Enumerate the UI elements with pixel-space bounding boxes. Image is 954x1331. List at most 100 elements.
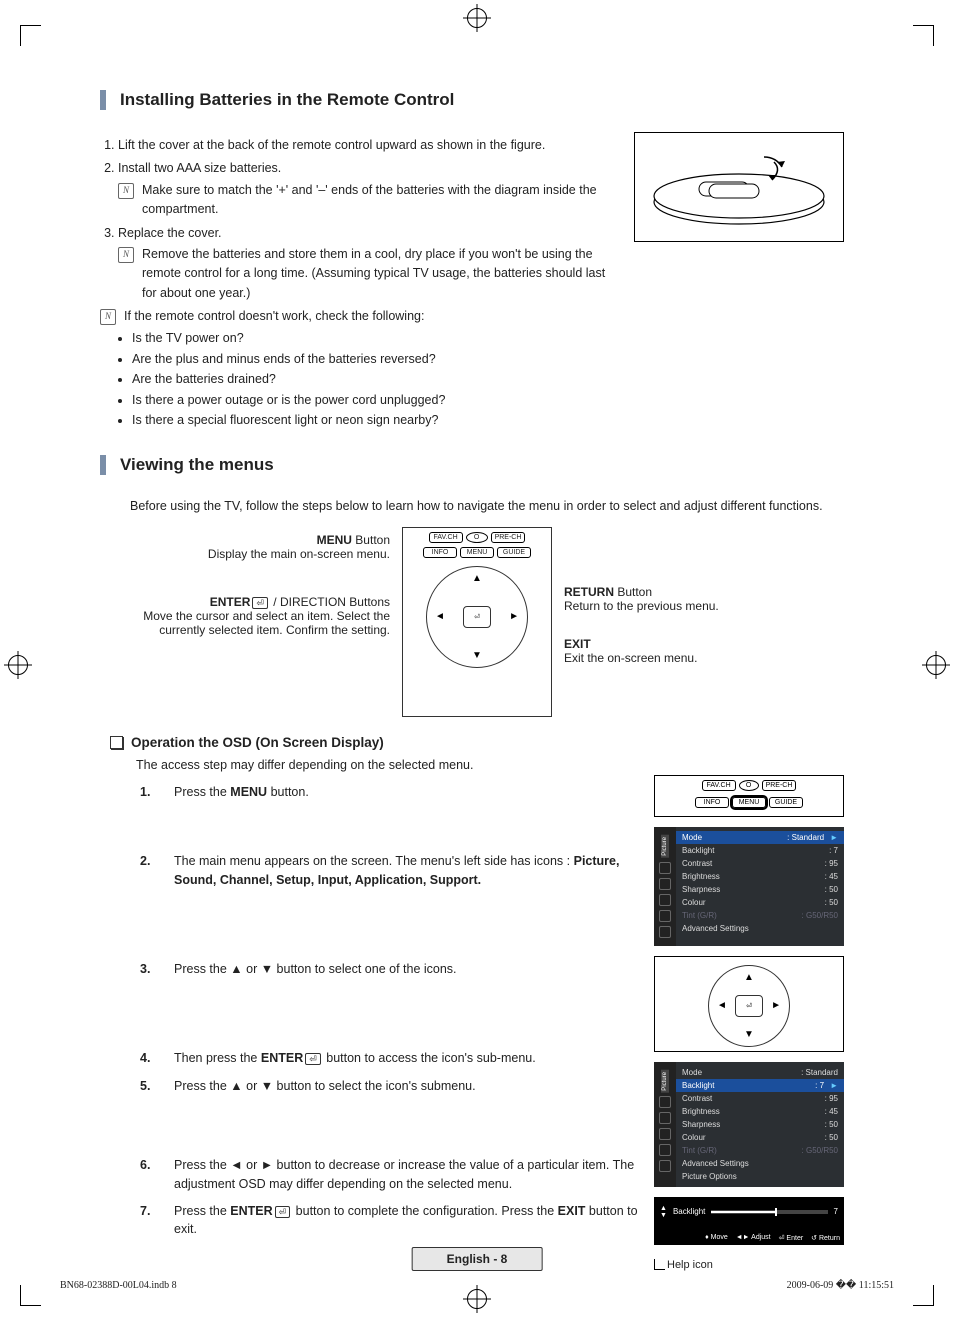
remote-button: INFO [423, 547, 457, 558]
callout-body: Return to the previous menu. [564, 599, 719, 613]
registration-mark-icon [8, 655, 28, 675]
square-bullet-icon [110, 736, 123, 749]
step-num: 1. [140, 783, 158, 802]
callouts-left: MENU Button Display the main on-screen m… [130, 527, 402, 657]
remote-snippet: FAV.CHOPRE-CH INFOMENUGUIDE [654, 775, 844, 817]
arrow-left-icon: ◄ [435, 611, 445, 622]
dpad-snippet: ▲ ▼ ◄ ► ⏎ [654, 956, 844, 1052]
sidebar-icon [659, 894, 671, 906]
enter-icon: ⏎ [305, 1053, 321, 1065]
list-item: Replace the cover. N Remove the batterie… [118, 224, 618, 304]
osd-fig-dpad: ▲ ▼ ◄ ► ⏎ [654, 956, 844, 1052]
sidebar-icon [659, 910, 671, 922]
help-item: ↺ Return [811, 1234, 840, 1242]
callout-title: RETURN [564, 585, 614, 599]
callout-body: Exit the on-screen menu. [564, 651, 697, 665]
note-text: Make sure to match the '+' and '–' ends … [142, 181, 618, 220]
step-text: Press the ▲ or ▼ button to select the ic… [174, 1077, 638, 1096]
batteries-text: Lift the cover at the back of the remote… [100, 132, 618, 433]
list-item: Are the batteries drained? [132, 370, 618, 389]
callout-body: Move the cursor and select an item. Sele… [143, 609, 390, 637]
leader-line-icon [654, 1259, 665, 1270]
sidebar-icon [659, 1128, 671, 1140]
remote-button: FAV.CH [702, 780, 736, 791]
callout-title: EXIT [564, 637, 591, 651]
callout-title: MENU [317, 533, 352, 547]
menu-tab: Picture [661, 1070, 669, 1093]
menu-row: Advanced Settings [682, 922, 838, 935]
menu-row: Colour: 50 [682, 896, 838, 909]
page-footer-left: BN68-02388D-00L04.indb 8 [60, 1280, 177, 1291]
osd-fig-menu-2: Picture Mode: Standard Backlight: 7► Con… [654, 1062, 844, 1187]
crop-mark [20, 1285, 41, 1306]
sidebar-icon [659, 878, 671, 890]
menus-intro: Before using the TV, follow the steps be… [130, 497, 854, 516]
step-num: 2. [140, 852, 158, 871]
osd-fig-menu-1: Picture Mode: Standard► Backlight: 7Cont… [654, 827, 844, 946]
help-item: ⏎ Enter [779, 1234, 804, 1242]
crop-mark [913, 25, 934, 46]
section-heading: Installing Batteries in the Remote Contr… [120, 90, 854, 110]
slider-label: Backlight [673, 1207, 705, 1216]
callout-suffix: Button [352, 533, 390, 547]
slider-value: 7 [834, 1207, 838, 1216]
sidebar-icon [659, 1112, 671, 1124]
callout-title: ENTER [210, 595, 251, 609]
menu-row: Picture Options [682, 1170, 838, 1183]
section-menus: Viewing the menus [100, 455, 854, 475]
crop-mark [913, 1285, 934, 1306]
menu-row: Tint (G/R): G50/R50 [682, 909, 838, 922]
remote-button: FAV.CH [429, 532, 463, 543]
arrow-left-icon: ◄ [717, 1000, 727, 1011]
list-item: Lift the cover at the back of the remote… [118, 136, 618, 155]
menu-row: Backlight: 7 [682, 844, 838, 857]
step-text: Press the MENU button. [174, 783, 638, 802]
menu-row: Sharpness: 50 [682, 883, 838, 896]
menu-row: Brightness: 45 [682, 870, 838, 883]
step-num: 3. [140, 960, 158, 979]
menu-row: Brightness: 45 [682, 1105, 838, 1118]
callouts-right: RETURN Button Return to the previous men… [552, 527, 824, 685]
step-text: Install two AAA size batteries. [118, 161, 281, 175]
arrow-down-icon: ▼ [472, 650, 482, 661]
step-num: 7. [140, 1202, 158, 1221]
menu-row-highlight: Mode: Standard► [676, 831, 844, 844]
battery-figure [634, 132, 844, 242]
note: N Make sure to match the '+' and '–' end… [118, 181, 618, 220]
content-area: Installing Batteries in the Remote Contr… [100, 90, 854, 1271]
arrow-right-icon: ► [509, 611, 519, 622]
sidebar-icon [659, 1144, 671, 1156]
slider-row: ▲▼ Backlight 7 [660, 1205, 838, 1219]
step-num: 4. [140, 1049, 158, 1068]
sidebar-icon [659, 1160, 671, 1172]
page-footer-right: 2009-06-09 �� 11:15:51 [787, 1280, 894, 1291]
callout-enter: ENTER⏎ / DIRECTION Buttons Move the curs… [130, 595, 390, 637]
osd-step-6: 6. Press the ◄ or ► button to decrease o… [140, 1156, 638, 1194]
remote-callouts: MENU Button Display the main on-screen m… [130, 527, 854, 717]
callout-exit: EXIT Exit the on-screen menu. [564, 637, 824, 665]
troubleshoot-lead: N If the remote control doesn't work, ch… [100, 307, 618, 326]
enter-icon: ⏎ [275, 1206, 291, 1218]
menu-row-highlight: Backlight: 7► [676, 1079, 844, 1092]
step-num: 6. [140, 1156, 158, 1175]
troubleshoot-list: Is the TV power on? Are the plus and min… [100, 329, 618, 430]
remote-button: MENU [732, 797, 766, 808]
page: Installing Batteries in the Remote Contr… [0, 0, 954, 1331]
step-text: The main menu appears on the screen. The… [174, 852, 638, 890]
callout-body: Display the main on-screen menu. [208, 547, 390, 561]
menu-row: Tint (G/R): G50/R50 [682, 1144, 838, 1157]
callout-suffix: / DIRECTION Buttons [270, 595, 390, 609]
menu-tab: Picture [661, 835, 669, 858]
dpad: ▲ ▼ ◄ ► ⏎ [426, 566, 528, 668]
arrow-right-icon: ► [830, 833, 838, 842]
menu-row: Sharpness: 50 [682, 1118, 838, 1131]
note-icon: N [118, 247, 134, 263]
batteries-body: Lift the cover at the back of the remote… [100, 132, 854, 433]
arrow-down-icon: ▼ [744, 1029, 754, 1040]
remote-button: PRE-CH [762, 780, 797, 791]
remote-button: O [739, 780, 759, 791]
osd-step-2: 2. The main menu appears on the screen. … [140, 852, 638, 890]
callout-return: RETURN Button Return to the previous men… [564, 585, 824, 613]
osd-figures-col: FAV.CHOPRE-CH INFOMENUGUIDE Picture Mode… [654, 775, 854, 1271]
slider-panel: ▲▼ Backlight 7 [654, 1197, 844, 1227]
